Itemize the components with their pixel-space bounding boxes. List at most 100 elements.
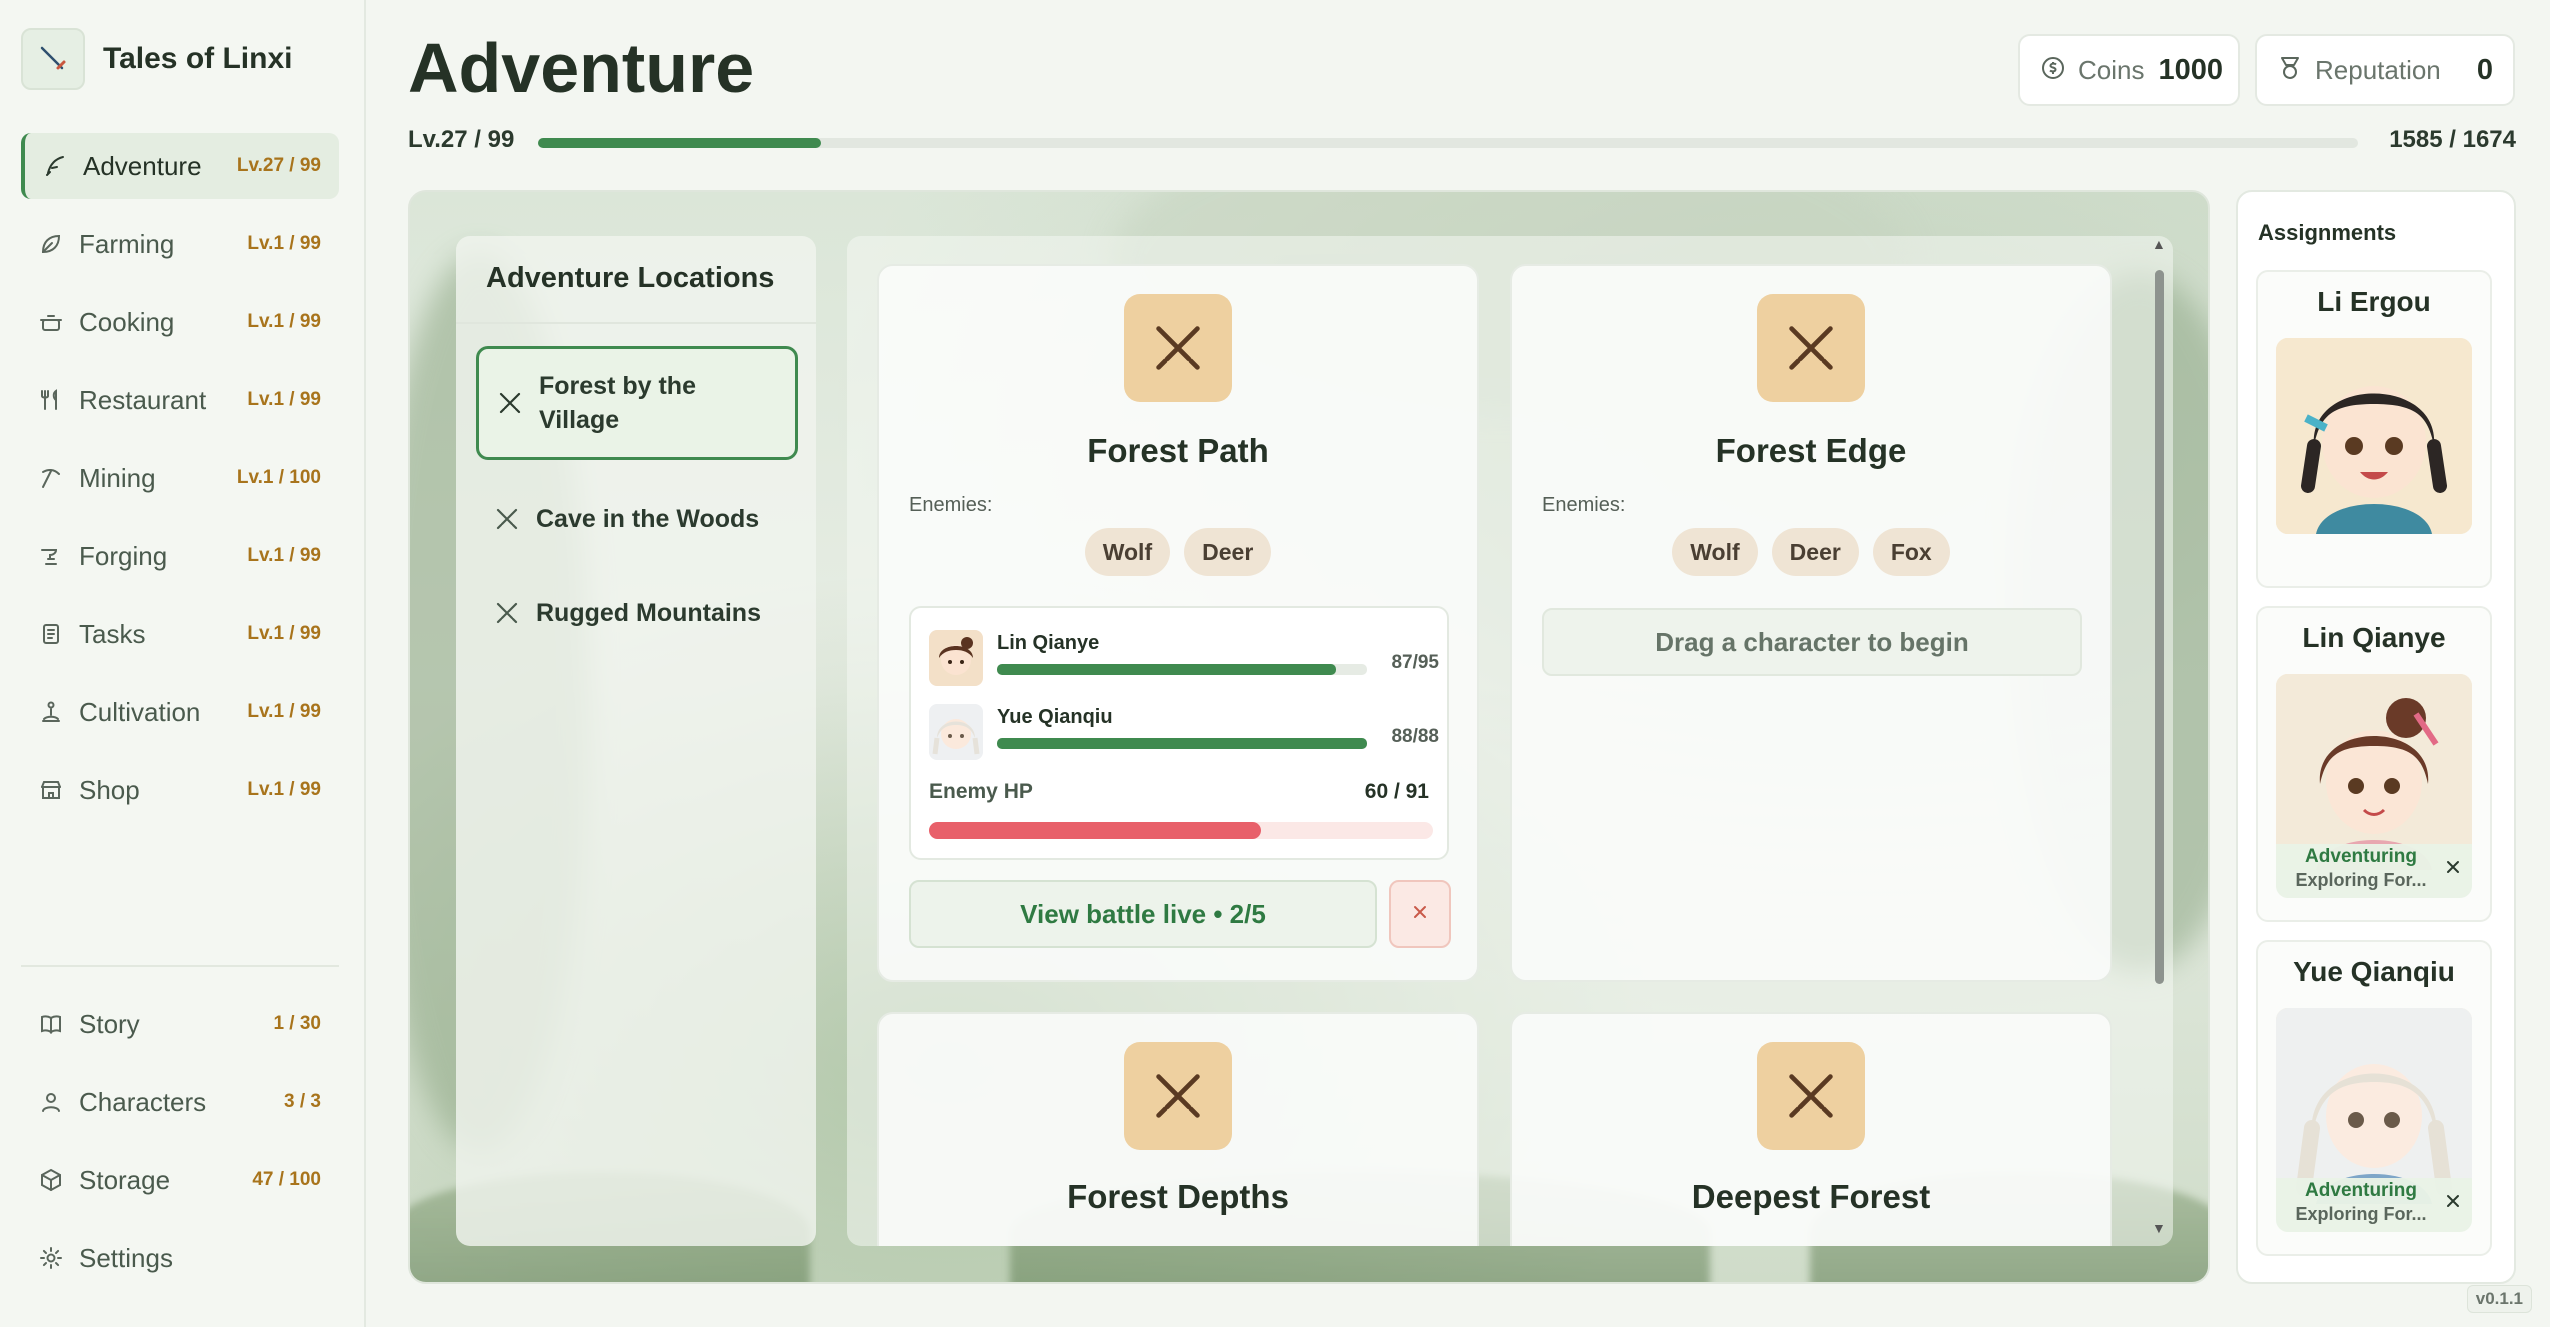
main-nav: Adventure Lv.27 / 99 Farming Lv.1 / 99 C… [21, 133, 339, 835]
nav-label: Restaurant [79, 384, 207, 415]
avatar [929, 630, 983, 686]
areas-scrollbar[interactable]: ▲ ▼ [2150, 236, 2168, 1246]
sidebar: Tales of Linxi Adventure Lv.27 / 99 Farm… [0, 0, 366, 1327]
secondary-nav: Story 1 / 30 Characters 3 / 3 Storage 47… [21, 991, 339, 1303]
coins-label: Coins [2078, 54, 2145, 85]
area-card-forest-edge[interactable]: Forest Edge Enemies: Wolf Deer Fox Drag … [1510, 264, 2112, 982]
enemy-chip: Fox [1872, 528, 1950, 576]
nav-item-restaurant[interactable]: Restaurant Lv.1 / 99 [21, 367, 339, 433]
unassign-button[interactable] [2442, 858, 2464, 880]
member-hp-value: 88/88 [1391, 726, 1439, 747]
box-icon [37, 1166, 65, 1194]
nav-item-story[interactable]: Story 1 / 30 [21, 991, 339, 1057]
app-root: Tales of Linxi Adventure Lv.27 / 99 Farm… [0, 0, 2550, 1327]
crossed-swords-icon [494, 506, 520, 532]
version-badge: v0.1.1 [2466, 1285, 2532, 1313]
nav-item-adventure[interactable]: Adventure Lv.27 / 99 [21, 133, 339, 199]
nav-label: Mining [79, 462, 156, 493]
nav-label: Tasks [79, 618, 146, 649]
area-card-forest-depths[interactable]: Forest Depths [877, 1012, 1479, 1246]
party-member-name: Yue Qianqiu [997, 706, 1113, 728]
close-icon [2446, 860, 2460, 879]
unassign-button[interactable] [2442, 1192, 2464, 1214]
character-card-lin-qianye[interactable]: Lin Qianye Adventuring Exploring For... [2256, 606, 2492, 922]
coins-value: 1000 [2158, 53, 2223, 86]
crossed-swords-icon [497, 390, 523, 416]
area-card-forest-path[interactable]: Forest Path Enemies: Wolf Deer Lin Qiany… [877, 264, 1479, 982]
enemy-chip: Deer [1771, 528, 1859, 576]
stop-adventure-button[interactable] [1389, 880, 1451, 948]
crossed-swords-icon [494, 600, 520, 626]
character-drop-zone[interactable]: Drag a character to begin [1542, 608, 2082, 676]
crossed-swords-icon [1757, 1042, 1865, 1150]
nav-item-cooking[interactable]: Cooking Lv.1 / 99 [21, 289, 339, 355]
page-title: Adventure [408, 29, 755, 107]
coin-icon [2040, 55, 2066, 86]
location-rugged-mountains[interactable]: Rugged Mountains [476, 584, 798, 642]
nav-label: Shop [79, 774, 140, 805]
character-name: Yue Qianqiu [2293, 956, 2455, 987]
enemies-label: Enemies: [909, 494, 993, 516]
scroll-up-arrow-icon[interactable]: ▲ [2152, 236, 2166, 252]
assignments-panel: Assignments Li Ergou Lin Qianye Adventur… [2236, 190, 2516, 1284]
reputation-label: Reputation [2315, 54, 2441, 85]
pot-icon [37, 308, 65, 336]
meditation-icon [37, 698, 65, 726]
xp-progress-bar [538, 138, 2358, 148]
scroll-thumb[interactable] [2155, 270, 2164, 984]
reputation-value: 0 [2476, 53, 2493, 86]
nav-label: Cultivation [79, 696, 201, 727]
area-title: Forest Path [1087, 432, 1269, 469]
assignment-state: Adventuring [2305, 1180, 2417, 1201]
quill-icon [41, 152, 69, 180]
nav-item-farming[interactable]: Farming Lv.1 / 99 [21, 211, 339, 277]
gear-icon [37, 1244, 65, 1272]
nav-label: Story [79, 1008, 140, 1039]
locations-divider [456, 322, 816, 324]
nav-item-settings[interactable]: Settings [21, 1225, 339, 1291]
nav-item-mining[interactable]: Mining Lv.1 / 100 [21, 445, 339, 511]
nav-item-shop[interactable]: Shop Lv.1 / 99 [21, 757, 339, 823]
enemy-hp-fill [929, 822, 1262, 839]
nav-item-characters[interactable]: Characters 3 / 3 [21, 1069, 339, 1135]
view-battle-live-button[interactable]: View battle live • 2/5 [909, 880, 1377, 948]
member-hp-bar [997, 664, 1367, 675]
character-card-li-ergou[interactable]: Li Ergou [2256, 270, 2492, 588]
location-label: Forest by the Village [539, 372, 696, 434]
enemy-hp-bar [929, 822, 1433, 839]
nav-label: Storage [79, 1164, 171, 1195]
location-forest-by-the-village[interactable]: Forest by the Village [476, 346, 798, 460]
crossed-swords-icon [1124, 1042, 1232, 1150]
nav-level: Lv.1 / 99 [247, 701, 321, 722]
character-name: Li Ergou [2317, 286, 2431, 317]
enemy-list: Wolf Deer [879, 528, 1477, 576]
store-icon [37, 776, 65, 804]
nav-label: Adventure [83, 150, 202, 181]
brand: Tales of Linxi [21, 28, 292, 90]
character-portrait [2276, 1008, 2472, 1204]
assignments-title: Assignments [2258, 220, 2397, 245]
assignment-activity: Exploring For... [2295, 870, 2427, 890]
nav-item-forging[interactable]: Forging Lv.1 / 99 [21, 523, 339, 589]
area-card-deepest-forest[interactable]: Deepest Forest [1510, 1012, 2112, 1246]
character-card-yue-qianqiu[interactable]: Yue Qianqiu Adventuring Exploring For... [2256, 940, 2492, 1256]
crossed-swords-icon [1124, 294, 1232, 402]
nav-item-cultivation[interactable]: Cultivation Lv.1 / 99 [21, 679, 339, 745]
avatar [929, 704, 983, 760]
assignment-activity: Exploring For... [2295, 1204, 2427, 1224]
enemy-chip: Wolf [1672, 528, 1758, 576]
nav-level: Lv.1 / 99 [247, 545, 321, 566]
scroll-icon [37, 620, 65, 648]
nav-label: Forging [79, 540, 168, 571]
scroll-down-arrow-icon[interactable]: ▼ [2152, 1220, 2166, 1236]
nav-item-tasks[interactable]: Tasks Lv.1 / 99 [21, 601, 339, 667]
location-cave-in-the-woods[interactable]: Cave in the Woods [476, 490, 798, 548]
locations-panel: Adventure Locations Forest by the Villag… [456, 236, 816, 1246]
member-hp-fill [997, 664, 1336, 675]
nav-level: Lv.1 / 99 [247, 311, 321, 332]
nav-item-storage[interactable]: Storage 47 / 100 [21, 1147, 339, 1213]
party-member: Yue Qianqiu 88/88 [929, 704, 1439, 766]
enemy-chip: Deer [1184, 528, 1272, 576]
location-label: Rugged Mountains [536, 599, 761, 627]
enemy-hp-value: 60 / 91 [1364, 780, 1429, 803]
